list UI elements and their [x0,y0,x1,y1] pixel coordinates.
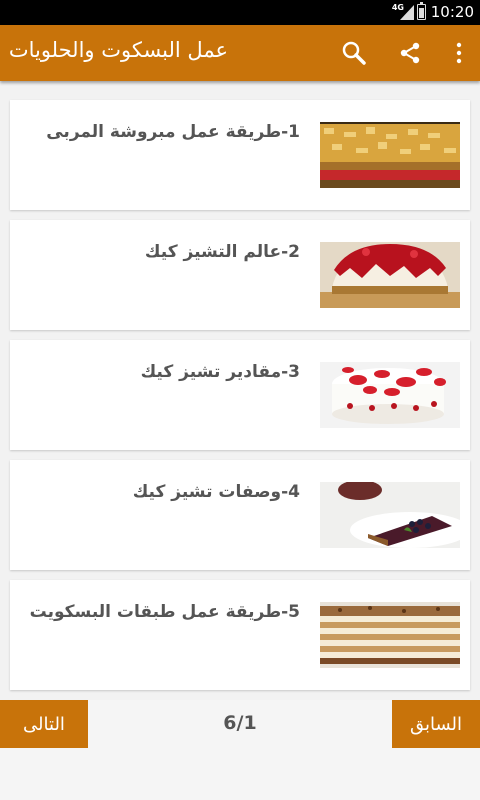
strawberry-cheesecake-image [320,362,460,428]
list-item[interactable]: 5-طريقة عمل طبقات البسكويت [10,580,470,690]
overflow-menu-icon[interactable] [441,35,477,71]
share-icon[interactable] [392,35,428,71]
list-item[interactable]: 3-مقادير تشيز كيك [10,340,470,450]
list-item[interactable]: 4-وصفات تشيز كيك [10,460,470,570]
item-label: 2-عالم التشيز كيك [144,242,300,262]
next-button[interactable]: التالى [0,700,88,748]
search-icon[interactable] [336,35,372,71]
list-item[interactable]: 2-عالم التشيز كيك [10,220,470,330]
item-label: 3-مقادير تشيز كيك [140,362,300,382]
cherry-cheesecake-image [320,242,460,308]
status-bar: 4G 10:20 [0,0,480,25]
baklava-tray-image [320,122,460,188]
pagination-bar: التالى 6/1 السابق [0,700,480,800]
item-label: 1-طريقة عمل مبروشة المربى [46,122,300,142]
clock: 10:20 [430,3,474,21]
app-bar: عمل البسكوت والحلويات [0,25,480,81]
signal-icon [400,5,414,20]
layered-biscuit-cake-image [320,602,460,668]
app-title: عمل البسكوت والحلويات [8,38,228,62]
page-indicator: 6/1 [223,712,257,734]
item-label: 5-طريقة عمل طبقات البسكويت [29,602,300,622]
battery-icon [417,2,426,20]
list-item[interactable]: 1-طريقة عمل مبروشة المربى [10,100,470,210]
previous-button[interactable]: السابق [392,700,480,748]
recipe-list: 1-طريقة عمل مبروشة المربى 2-عالم التشيز … [0,81,480,700]
chocolate-cake-slice-image [320,482,460,548]
item-label: 4-وصفات تشيز كيك [132,482,300,502]
